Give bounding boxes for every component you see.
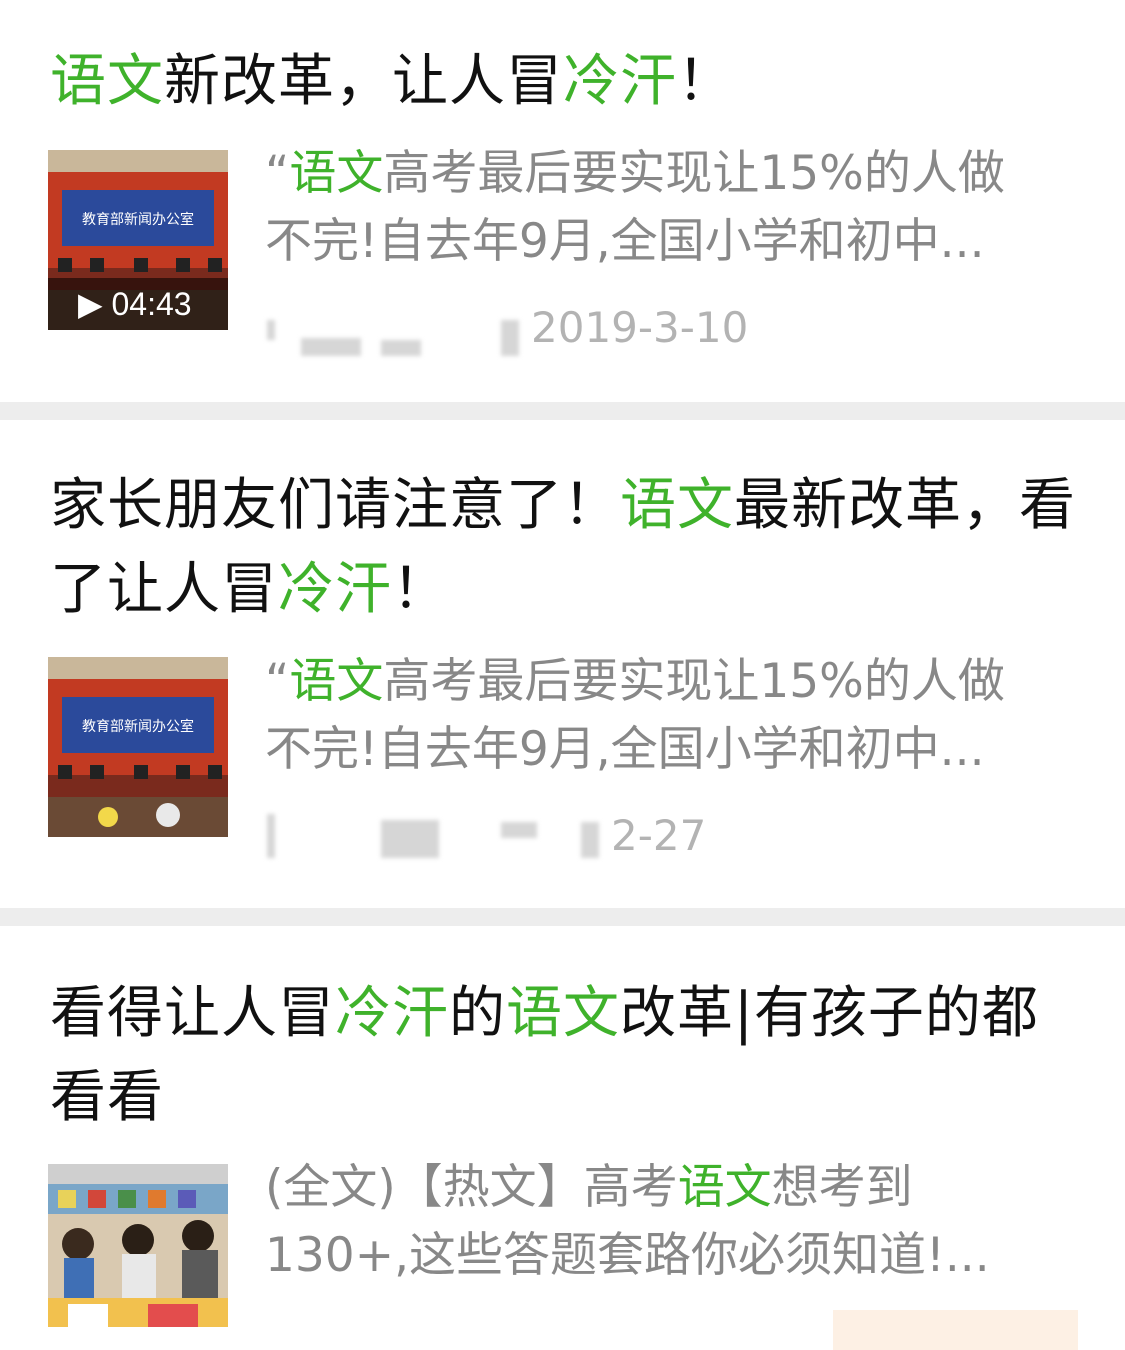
title-text: 新改革，让人冒	[164, 49, 563, 114]
result-thumbnail[interactable]	[48, 1164, 228, 1327]
banner-text: 教育部新闻办公室	[82, 211, 194, 228]
snippet-line-1: “语文高考最后要实现让15%的人做	[265, 140, 1080, 208]
press-conference-thumbnail-icon: 教育部新闻办公室	[48, 657, 228, 837]
title-text: 的	[449, 981, 506, 1046]
result-snippet: “语文高考最后要实现让15%的人做 不完!自去年9月,全国小学和初中...	[265, 140, 1080, 276]
title-highlight: 语文	[620, 473, 734, 538]
children-reading-thumbnail-icon	[48, 1164, 228, 1327]
title-highlight: 冷汗	[563, 49, 677, 114]
result-title[interactable]: 家长朋友们请注意了！语文最新改革，看了让人冒冷汗！	[50, 464, 1080, 632]
title-highlight: 冷汗	[335, 981, 449, 1046]
result-meta: 2019-3-10	[265, 298, 1080, 358]
title-text: ！	[677, 49, 734, 114]
snippet-text: “	[265, 146, 290, 201]
result-snippet: (全文)【热文】高考语文想考到 130+,这些答题套路你必须知道!...	[265, 1154, 1080, 1290]
search-result-2[interactable]: 家长朋友们请注意了！语文最新改革，看了让人冒冷汗！ 教育部新闻办公室 “语文高考…	[0, 420, 1125, 908]
blurred-source-name	[581, 822, 599, 858]
title-text: 看得让人冒	[50, 981, 335, 1046]
snippet-line-2: 不完!自去年9月,全国小学和初中...	[265, 214, 985, 269]
result-thumbnail[interactable]: 教育部新闻办公室	[48, 657, 228, 837]
snippet-text: 高考最后要实现让15%的人做	[383, 654, 1005, 709]
blurred-source-name	[381, 340, 421, 356]
banner-text: 教育部新闻办公室	[82, 718, 194, 735]
result-date: 2019-3-10	[531, 303, 749, 352]
result-title[interactable]: 看得让人冒冷汗的语文改革|有孩子的都看看	[50, 972, 1080, 1140]
snippet-text: (全文)【热文】高考	[265, 1160, 678, 1215]
blurred-source-name	[501, 320, 519, 356]
snippet-text: 想考到	[771, 1160, 913, 1215]
blurred-source-name	[501, 822, 537, 838]
result-separator	[0, 402, 1125, 420]
snippet-highlight: 语文	[289, 146, 384, 201]
result-date: 2-27	[611, 811, 707, 860]
title-highlight: 语文	[50, 49, 164, 114]
snippet-text: “	[265, 654, 290, 709]
video-thumbnail[interactable]: 教育部新闻办公室 ▶ 04:43	[48, 150, 228, 330]
title-highlight: 语文	[506, 981, 620, 1046]
blurred-source-name	[301, 338, 361, 356]
snippet-line-1: “语文高考最后要实现让15%的人做	[265, 648, 1080, 716]
blurred-source-name	[267, 814, 275, 858]
video-duration-badge: ▶ 04:43	[48, 278, 228, 330]
snippet-line-2: 130+,这些答题套路你必须知道!...	[265, 1228, 990, 1283]
search-result-3[interactable]: 看得让人冒冷汗的语文改革|有孩子的都看看 (全文)【热文】高考语文想考到 130…	[0, 926, 1125, 1327]
blurred-source-name	[267, 320, 275, 340]
snippet-line-1: (全文)【热文】高考语文想考到	[265, 1154, 1080, 1222]
result-tag-badge	[833, 1310, 1078, 1350]
result-separator	[0, 908, 1125, 926]
snippet-text: 高考最后要实现让15%的人做	[383, 146, 1005, 201]
title-highlight: 冷汗	[278, 557, 392, 622]
snippet-highlight: 语文	[677, 1160, 772, 1215]
blurred-source-name	[381, 820, 439, 858]
title-text: 家长朋友们请注意了！	[50, 473, 620, 538]
result-meta: 2-27	[265, 806, 1080, 866]
snippet-line-2: 不完!自去年9月,全国小学和初中...	[265, 722, 985, 777]
title-text: ！	[392, 557, 449, 622]
snippet-highlight: 语文	[289, 654, 384, 709]
result-title[interactable]: 语文新改革，让人冒冷汗！	[50, 40, 1080, 124]
result-snippet: “语文高考最后要实现让15%的人做 不完!自去年9月,全国小学和初中...	[265, 648, 1080, 784]
search-result-1[interactable]: 语文新改革，让人冒冷汗！ 教育部新闻办公室 ▶ 04:43 “语文高考最后要实现…	[0, 0, 1125, 402]
